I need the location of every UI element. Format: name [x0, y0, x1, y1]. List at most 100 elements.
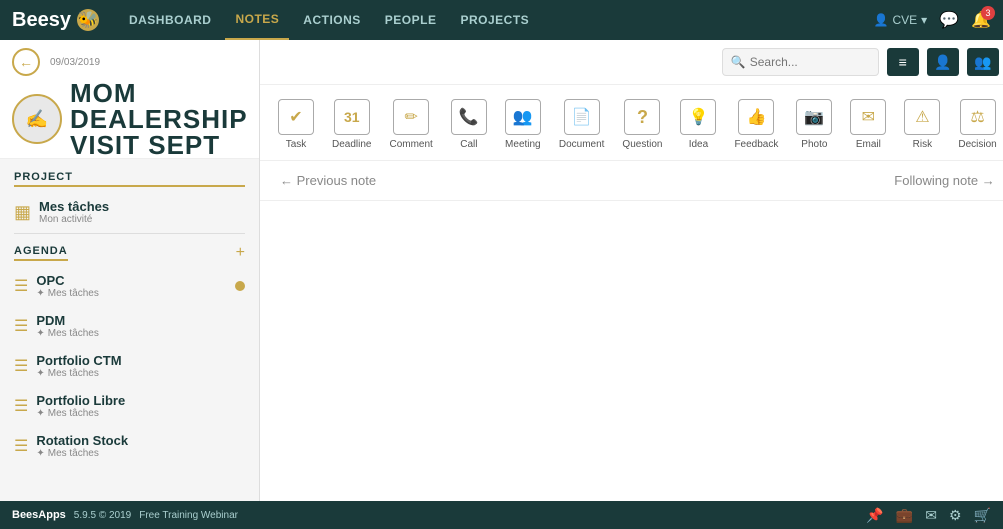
agenda-header: AGENDA + — [0, 234, 259, 266]
note-toolbar-row: 🔍 ≡ 👤 👥 — [260, 40, 1003, 85]
prev-note-link[interactable]: ← Previous note — [280, 173, 376, 188]
agenda-item-sub-1: ✦ Mes tâches — [36, 328, 245, 339]
nav-people[interactable]: PEOPLE — [375, 0, 447, 40]
note-avatar: ✍ — [12, 94, 62, 144]
note-header: ← 09/03/2019 ✍ MOM DEALERSHIP VISIT SEPT — [0, 40, 259, 159]
decision-icon: ⚖ — [960, 99, 996, 135]
agenda-item-name-0: OPC — [36, 273, 235, 288]
search-input[interactable] — [750, 55, 870, 69]
meeting-icon: 👥 — [505, 99, 541, 135]
note-type-comment[interactable]: ✏ Comment — [381, 93, 440, 156]
bottom-bar: BeesApps 5.9.5 © 2019 Free Training Webi… — [0, 501, 1003, 529]
note-type-decision[interactable]: ⚖ Decision — [950, 93, 1003, 156]
project-item[interactable]: ▦ Mes tâches Mon activité — [14, 195, 245, 229]
photo-icon: 📷 — [796, 99, 832, 135]
chevron-down-icon: ▾ — [921, 13, 927, 27]
project-info: Mes tâches Mon activité — [39, 199, 109, 225]
agenda-list-icon-2: ☰ — [14, 356, 28, 376]
note-type-feedback[interactable]: 👍 Feedback — [726, 93, 786, 156]
task-label: Task — [286, 139, 307, 150]
back-button[interactable]: ← — [12, 48, 40, 76]
note-type-idea[interactable]: 💡 Idea — [672, 93, 724, 156]
agenda-item-content-1: PDM ✦ Mes tâches — [36, 313, 245, 339]
note-type-meeting[interactable]: 👥 Meeting — [497, 93, 549, 156]
agenda-item-content-4: Rotation Stock ✦ Mes tâches — [36, 433, 245, 459]
idea-icon: 💡 — [680, 99, 716, 135]
logo-icon: 🐝 — [77, 9, 99, 31]
user-label: CVE — [892, 13, 917, 27]
decision-label: Decision — [958, 139, 996, 150]
group-button[interactable]: 👥 — [967, 48, 999, 76]
note-type-call[interactable]: 📞 Call — [443, 93, 495, 156]
note-type-photo[interactable]: 📷 Photo — [788, 93, 840, 156]
agenda-item-name-4: Rotation Stock — [36, 433, 245, 448]
note-date-wrapper: 09/03/2019 — [50, 57, 100, 68]
agenda-item-pdm[interactable]: ☰ PDM ✦ Mes tâches — [0, 306, 259, 346]
cart-footer-icon[interactable]: 🛒 — [974, 507, 991, 524]
project-name: Mes tâches — [39, 199, 109, 214]
next-note-link[interactable]: Following note → — [894, 173, 994, 188]
agenda-person-icon-1: ✦ — [36, 328, 44, 339]
bottom-left: BeesApps 5.9.5 © 2019 Free Training Webi… — [12, 509, 238, 521]
agenda-section-title: AGENDA — [14, 245, 68, 261]
deadline-label: Deadline — [332, 139, 371, 150]
toolbar-right: 🔍 ≡ 👤 👥 — [722, 48, 999, 76]
agenda-add-button[interactable]: + — [236, 244, 245, 262]
briefcase-icon[interactable]: 💼 — [896, 507, 913, 524]
note-title-area: ✍ MOM DEALERSHIP VISIT SEPT — [12, 80, 247, 158]
search-icon: 🔍 — [731, 55, 746, 69]
nav-notes[interactable]: NOTES — [225, 0, 289, 40]
footer-logo: BeesApps — [12, 509, 66, 521]
comment-icon: ✏ — [393, 99, 429, 135]
main-content: 🔍 ≡ 👤 👥 ✔ Task 31 Deadline ✏ Comment — [260, 40, 1003, 501]
agenda-item-sub-4: ✦ Mes tâches — [36, 448, 245, 459]
agenda-item-rotation-stock[interactable]: ☰ Rotation Stock ✦ Mes tâches — [0, 426, 259, 466]
agenda-item-name-1: PDM — [36, 313, 245, 328]
agenda-list-icon-3: ☰ — [14, 396, 28, 416]
project-section: PROJECT ▦ Mes tâches Mon activité — [0, 159, 259, 233]
agenda-person-icon-0: ✦ — [36, 288, 44, 299]
note-type-task[interactable]: ✔ Task — [270, 93, 322, 156]
feedback-label: Feedback — [734, 139, 778, 150]
agenda-active-dot-0 — [235, 281, 245, 291]
agenda-item-name-2: Portfolio CTM — [36, 353, 245, 368]
nav-actions[interactable]: ACTIONS — [293, 0, 371, 40]
user-filter-button[interactable]: 👤 — [927, 48, 959, 76]
chat-icon[interactable]: 💬 — [939, 10, 959, 30]
user-menu-button[interactable]: 👤 CVE ▾ — [873, 13, 927, 27]
app-logo[interactable]: Beesy 🐝 — [12, 9, 99, 32]
project-sub: Mon activité — [39, 214, 109, 225]
note-type-email[interactable]: ✉ Email — [842, 93, 894, 156]
search-box[interactable]: 🔍 — [722, 48, 879, 76]
nav-projects[interactable]: PROJECTS — [450, 0, 539, 40]
agenda-list-icon-4: ☰ — [14, 436, 28, 456]
note-type-deadline[interactable]: 31 Deadline — [324, 93, 379, 156]
agenda-item-content-0: OPC ✦ Mes tâches — [36, 273, 235, 299]
nav-right: 👤 CVE ▾ 💬 🔔 3 — [873, 10, 991, 30]
pin-icon[interactable]: 📌 — [866, 507, 883, 524]
agenda-person-icon-3: ✦ — [36, 408, 44, 419]
note-type-document[interactable]: 📄 Document — [551, 93, 613, 156]
feedback-icon: 👍 — [738, 99, 774, 135]
agenda-item-portfolio-ctm[interactable]: ☰ Portfolio CTM ✦ Mes tâches — [0, 346, 259, 386]
agenda-item-content-3: Portfolio Libre ✦ Mes tâches — [36, 393, 245, 419]
question-label: Question — [622, 139, 662, 150]
comment-label: Comment — [389, 139, 432, 150]
agenda-item-sub-0: ✦ Mes tâches — [36, 288, 235, 299]
notifications-icon[interactable]: 🔔 3 — [971, 10, 991, 30]
document-label: Document — [559, 139, 605, 150]
agenda-item-opc[interactable]: ☰ OPC ✦ Mes tâches — [0, 266, 259, 306]
settings-footer-icon[interactable]: ⚙ — [949, 507, 962, 524]
note-navigation: ← Previous note Following note → — [260, 161, 1003, 201]
idea-label: Idea — [689, 139, 708, 150]
logo-text: Beesy — [12, 9, 71, 32]
nav-dashboard[interactable]: DASHBOARD — [119, 0, 222, 40]
main-layout: ← 09/03/2019 ✍ MOM DEALERSHIP VISIT SEPT… — [0, 40, 1003, 501]
nav-links: DASHBOARD NOTES ACTIONS PEOPLE PROJECTS — [119, 0, 539, 40]
email-footer-icon[interactable]: ✉ — [925, 507, 937, 524]
filter-button[interactable]: ≡ — [887, 48, 919, 76]
note-type-risk[interactable]: ⚠ Risk — [896, 93, 948, 156]
call-icon: 📞 — [451, 99, 487, 135]
agenda-item-portfolio-libre[interactable]: ☰ Portfolio Libre ✦ Mes tâches — [0, 386, 259, 426]
note-type-question[interactable]: ? Question — [614, 93, 670, 156]
